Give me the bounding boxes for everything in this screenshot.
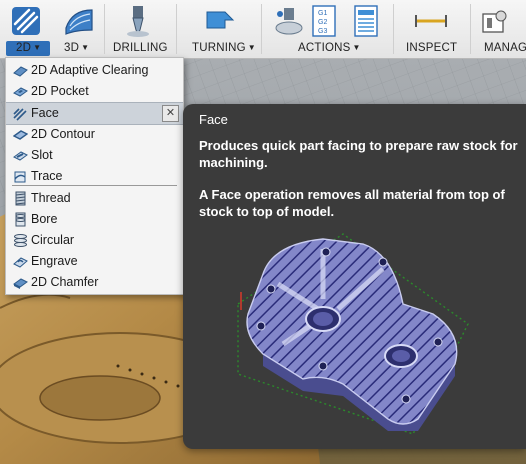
toolbar-group-turning[interactable]: TURNING ▼ — [177, 0, 261, 58]
toolbar-group-inspect[interactable]: INSPECT — [394, 0, 466, 58]
menu-item-circular[interactable]: Circular — [6, 230, 183, 251]
menu-item-engrave[interactable]: Engrave — [6, 251, 183, 272]
measure-icon — [415, 15, 447, 27]
menu-item-face[interactable]: Face ✕ — [6, 102, 183, 125]
contour-icon — [13, 130, 28, 140]
menu-item-2d-chamfer[interactable]: 2D Chamfer — [6, 272, 183, 293]
toolbar-group-actions[interactable]: G1 G2 G3 ACTIONS ▼ — [262, 0, 390, 58]
2d-strategies-icon — [12, 7, 40, 35]
tab-2d[interactable]: 2D ▼ — [16, 42, 41, 54]
toolbar-group-manage[interactable]: MANAG — [471, 0, 526, 58]
engrave-icon — [13, 257, 28, 268]
nc-program-icon: G1 G2 G3 — [312, 5, 336, 37]
menu-item-trace[interactable]: Trace — [6, 166, 183, 187]
menu-item-label: 2D Contour — [31, 127, 95, 141]
adaptive-clearing-icon — [13, 66, 28, 77]
tooltip-title: Face — [199, 112, 228, 127]
bore-icon — [15, 212, 26, 227]
menu-item-2d-contour[interactable]: 2D Contour — [6, 124, 183, 145]
simulate-icon — [275, 8, 303, 35]
tab-turning[interactable]: TURNING ▼ — [192, 42, 256, 54]
menu-item-label: Trace — [31, 169, 63, 183]
menu-item-label: Slot — [31, 148, 53, 162]
thread-icon — [15, 191, 26, 206]
menu-divider — [12, 185, 177, 186]
cam-toolbar: 2D ▼ 3D ▼ DRILLING TURNING ▼ G1 G2 G3 AC… — [0, 0, 526, 59]
3d-strategies-icon — [65, 9, 93, 35]
tab-inspect[interactable]: INSPECT — [406, 42, 457, 54]
tab-3d[interactable]: 3D ▼ — [64, 42, 89, 54]
menu-item-label: 2D Chamfer — [31, 275, 99, 289]
trace-icon — [14, 171, 26, 183]
slot-icon — [13, 151, 28, 161]
toolbar-group-3d[interactable]: 3D ▼ — [52, 0, 100, 58]
tab-manage[interactable]: MANAG — [484, 42, 526, 54]
menu-item-thread[interactable]: Thread — [6, 188, 183, 209]
menu-item-bore[interactable]: Bore — [6, 209, 183, 230]
toolbar-group-2d[interactable]: 2D ▼ — [0, 0, 52, 58]
tab-drilling[interactable]: DRILLING — [113, 42, 168, 54]
drill-icon — [127, 6, 149, 37]
caret-down-icon: ▼ — [33, 43, 42, 52]
menu-item-label: Engrave — [31, 254, 78, 268]
pocket-icon — [13, 87, 28, 97]
turning-icon — [206, 11, 235, 29]
svg-text:G2: G2 — [318, 19, 327, 26]
menu-item-slot[interactable]: Slot — [6, 145, 183, 166]
menu-item-2d-pocket[interactable]: 2D Pocket — [6, 81, 183, 102]
caret-down-icon: ▼ — [352, 43, 361, 52]
chamfer-icon — [13, 278, 28, 289]
2d-strategies-menu: 2D Adaptive Clearing 2D Pocket Face ✕ 2D… — [5, 57, 184, 295]
caret-down-icon: ▼ — [247, 43, 256, 52]
caret-down-icon: ▼ — [81, 43, 90, 52]
toolbar-group-drilling[interactable]: DRILLING — [105, 0, 169, 58]
face-operation-preview-image — [237, 233, 469, 435]
circular-icon — [14, 234, 27, 247]
menu-item-label: Circular — [31, 233, 75, 247]
menu-item-label: Face — [31, 106, 59, 120]
tooltip-description: Produces quick part facing to prepare ra… — [199, 138, 518, 170]
svg-text:G3: G3 — [318, 28, 327, 35]
menu-item-label: Bore — [31, 212, 58, 226]
face-icon — [13, 108, 27, 121]
tab-actions[interactable]: ACTIONS ▼ — [298, 42, 361, 54]
menu-item-label: 2D Adaptive Clearing — [31, 63, 149, 77]
menu-item-2d-adaptive-clearing[interactable]: 2D Adaptive Clearing — [6, 60, 183, 81]
menu-item-label: Thread — [31, 191, 71, 205]
svg-text:G1: G1 — [318, 10, 327, 17]
face-tooltip: Face Produces quick part facing to prepa… — [183, 104, 526, 449]
manage-icon — [482, 10, 507, 33]
close-icon[interactable]: ✕ — [162, 105, 179, 122]
setup-sheet-icon — [354, 5, 378, 37]
menu-item-label: 2D Pocket — [31, 84, 89, 98]
